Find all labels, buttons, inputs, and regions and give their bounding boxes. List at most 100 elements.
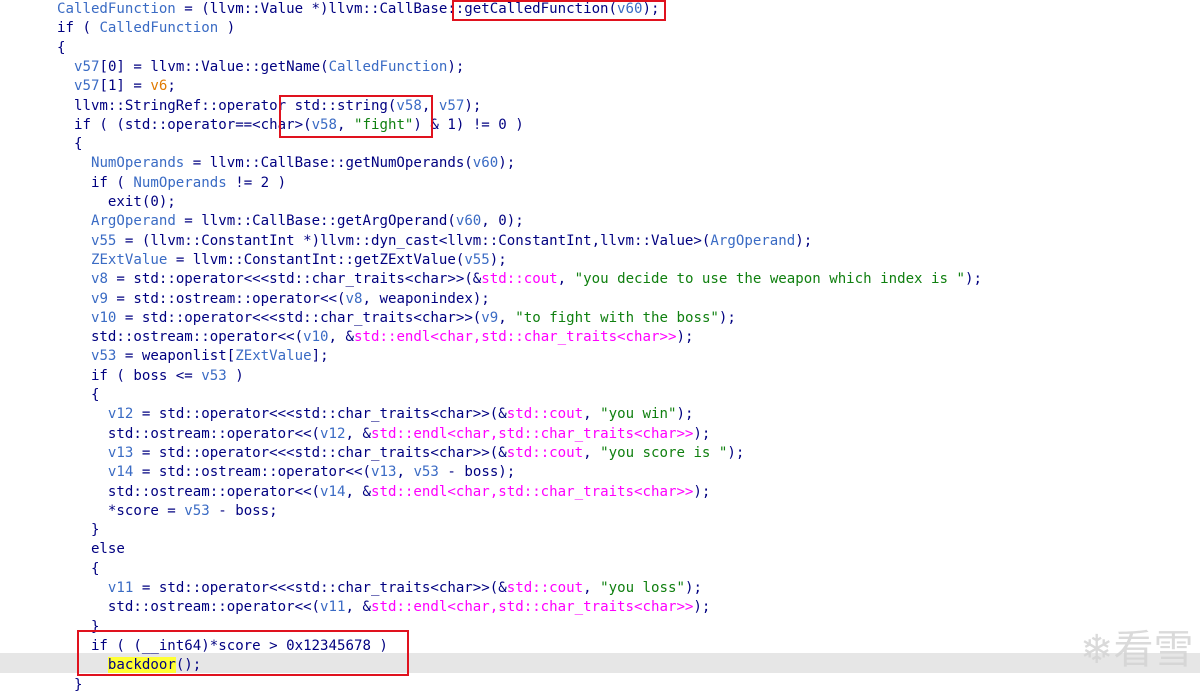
code-line[interactable]: }: [57, 521, 100, 540]
code-line[interactable]: exit(0);: [57, 193, 176, 212]
code-line[interactable]: v14 = std::ostream::operator<<(v13, v53 …: [57, 463, 515, 482]
code-line[interactable]: std::ostream::operator<<(v14, &std::endl…: [57, 483, 711, 502]
code-token: v57: [73, 58, 100, 75]
code-token: );: [964, 271, 982, 288]
code-line[interactable]: v8 = std::operator<<<std::char_traits<ch…: [57, 270, 982, 289]
code-token: [1] =: [99, 78, 151, 95]
code-token: [0] = llvm::Value::getName(: [99, 58, 329, 75]
code-token: v53: [90, 348, 117, 365]
code-token: v14: [320, 483, 346, 500]
code-token: );: [693, 483, 711, 500]
snowflake-icon: ❄: [1080, 627, 1114, 673]
code-token: ,: [583, 406, 601, 423]
code-line[interactable]: v57[0] = llvm::Value::getName(CalledFunc…: [57, 58, 464, 77]
code-token: = std::operator<<<std::char_traits<char>…: [133, 406, 507, 423]
code-token: v14: [107, 464, 134, 481]
code-token: = std::operator<<<std::char_traits<char>…: [116, 309, 482, 326]
code-token: , &: [345, 599, 371, 616]
code-line[interactable]: v57[1] = v6;: [57, 77, 176, 96]
code-token: );: [795, 232, 813, 249]
code-token: ArgOperand: [90, 213, 176, 230]
code-token: ,: [583, 444, 601, 461]
code-token: v55: [90, 232, 117, 249]
code-token: ,: [396, 464, 414, 481]
code-line[interactable]: v53 = weaponlist[ZExtValue];: [57, 347, 329, 366]
code-line[interactable]: v13 = std::operator<<<std::char_traits<c…: [57, 444, 744, 463]
code-line[interactable]: if ( boss <= v53 ): [57, 367, 244, 386]
code-line[interactable]: {: [57, 560, 100, 579]
watermark-text: 看雪: [1113, 627, 1194, 673]
code-line[interactable]: ZExtValue = llvm::ConstantInt::getZExtVa…: [57, 251, 507, 270]
code-token: ): [226, 367, 244, 384]
code-token: v9: [90, 290, 108, 307]
code-token: );: [693, 599, 711, 616]
code-token: std::cout: [506, 406, 584, 423]
code-token: CalledFunction: [99, 20, 219, 37]
code-line[interactable]: v9 = std::ostream::operator<<(v8, weapon…: [57, 290, 490, 309]
code-token: );: [498, 155, 516, 172]
code-token: {: [57, 387, 100, 403]
code-line[interactable]: if ( CalledFunction ): [57, 19, 235, 38]
code-token: , &: [345, 483, 371, 500]
code-token: = std::ostream::operator<<(: [107, 290, 346, 307]
code-token: std::ostream::operator<<(: [57, 425, 321, 442]
code-line[interactable]: if ( NumOperands != 2 ): [57, 174, 286, 193]
code-token: = std::operator<<<std::char_traits<char>…: [107, 271, 482, 288]
code-line[interactable]: std::ostream::operator<<(v10, &std::endl…: [57, 328, 694, 347]
code-token: v10: [303, 329, 329, 346]
code-token: = (llvm::ConstantInt *)llvm::dyn_cast<ll…: [116, 232, 711, 249]
code-line[interactable]: std::ostream::operator<<(v11, &std::endl…: [57, 598, 711, 617]
code-token: ];: [311, 348, 329, 365]
code-token: - boss);: [438, 464, 516, 481]
code-token: v9: [481, 309, 499, 326]
code-line[interactable]: v11 = std::operator<<<std::char_traits<c…: [57, 579, 702, 598]
code-line[interactable]: {: [57, 39, 66, 58]
code-token: "to fight with the boss": [515, 309, 719, 326]
code-token: NumOperands: [133, 174, 227, 191]
code-token: = weaponlist[: [116, 348, 236, 365]
code-token: v11: [107, 580, 134, 596]
code-token: *score =: [57, 502, 185, 519]
code-token: std::endl<char,std::char_traits<char>>: [354, 329, 677, 346]
code-line[interactable]: }: [57, 676, 83, 695]
code-token: v8: [345, 290, 363, 307]
code-token: NumOperands: [90, 155, 185, 172]
annotation-box-getcalledfunction: [452, 0, 666, 21]
code-line[interactable]: ArgOperand = llvm::CallBase::getArgOpera…: [57, 212, 524, 231]
pseudocode-view[interactable]: CalledFunction = (llvm::Value *)llvm::Ca…: [0, 0, 1200, 693]
code-token: ZExtValue: [235, 348, 312, 365]
code-token: v13: [370, 464, 397, 481]
code-token: );: [727, 444, 745, 461]
code-token: v60: [472, 155, 499, 172]
code-line[interactable]: v12 = std::operator<<<std::char_traits<c…: [57, 405, 694, 424]
code-token: std::endl<char,std::char_traits<char>>: [370, 599, 694, 616]
code-line[interactable]: {: [57, 386, 100, 405]
code-line[interactable]: *score = v53 - boss;: [57, 502, 278, 521]
code-token: if (: [57, 174, 134, 191]
code-token: = std::operator<<<std::char_traits<char>…: [133, 444, 507, 461]
code-token: v13: [107, 444, 134, 461]
code-token: }: [57, 522, 100, 539]
code-line[interactable]: std::ostream::operator<<(v12, &std::endl…: [57, 425, 711, 444]
code-token: "you score is ": [600, 444, 728, 461]
code-token: if (: [57, 20, 100, 37]
code-token: = llvm::ConstantInt::getZExtValue(: [167, 251, 465, 268]
code-line[interactable]: else: [57, 540, 125, 559]
code-line[interactable]: NumOperands = llvm::CallBase::getNumOper…: [57, 154, 515, 173]
code-line[interactable]: {: [57, 135, 83, 154]
code-token: CalledFunction: [57, 1, 176, 17]
code-token: std::cout: [506, 580, 584, 596]
code-token: std::cout: [481, 271, 558, 288]
code-line[interactable]: v10 = std::operator<<<std::char_traits<c…: [57, 309, 736, 328]
code-token: std::ostream::operator<<(: [57, 599, 321, 616]
code-line[interactable]: v55 = (llvm::ConstantInt *)llvm::dyn_cas…: [57, 232, 812, 251]
code-token: if ( boss <=: [57, 367, 202, 384]
